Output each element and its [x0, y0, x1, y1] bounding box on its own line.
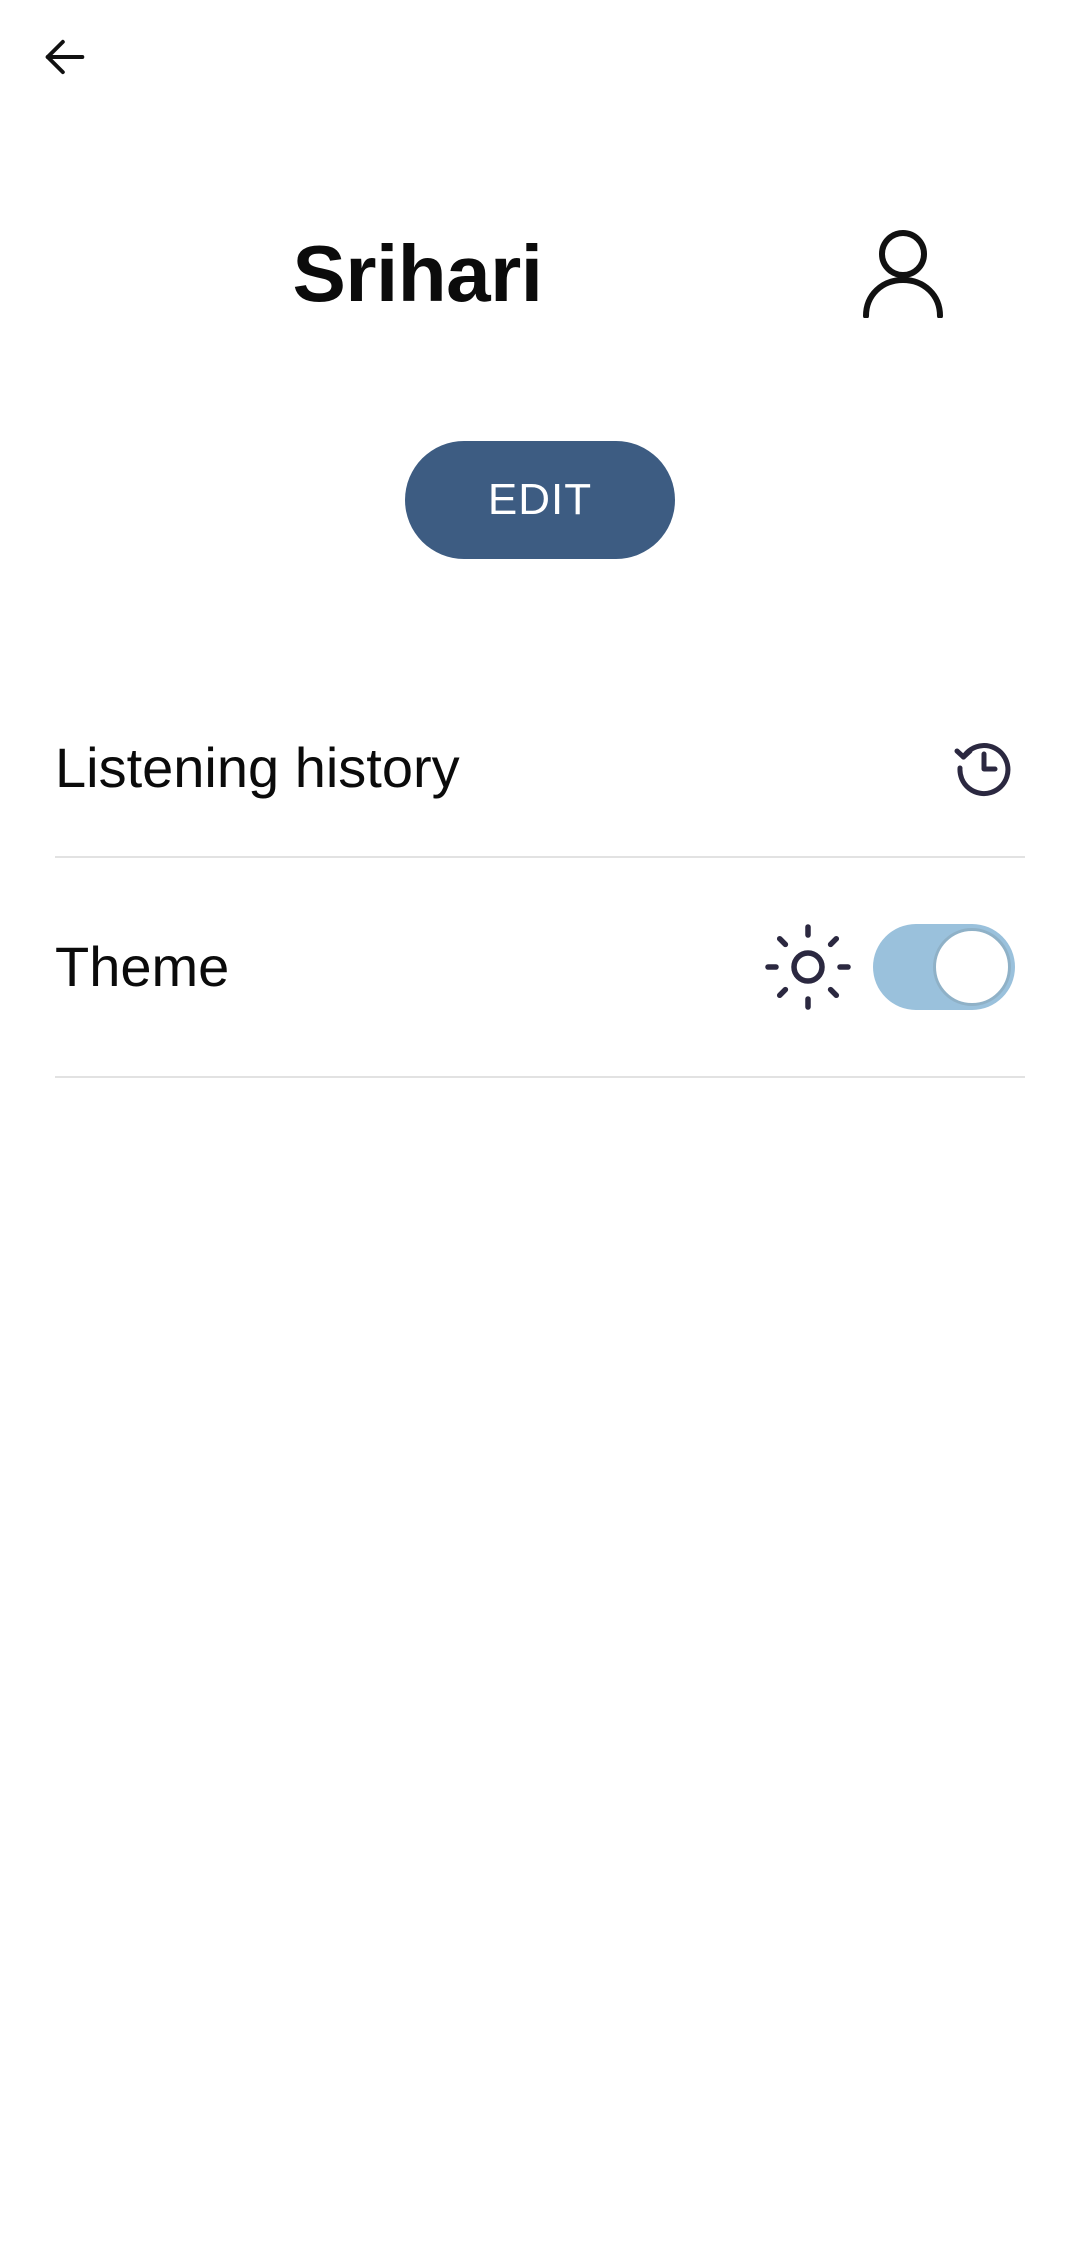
theme-toggle-knob — [933, 928, 1011, 1006]
arrow-left-icon — [45, 39, 85, 75]
listening-history-row[interactable]: Listening history — [55, 680, 1025, 858]
avatar[interactable] — [860, 228, 946, 319]
history-icon — [954, 743, 1011, 797]
theme-toggle[interactable] — [873, 924, 1015, 1010]
theme-controls — [765, 924, 1025, 1010]
theme-row: Theme — [55, 858, 1025, 1078]
profile-username: Srihari — [292, 229, 543, 318]
back-button[interactable] — [30, 22, 100, 92]
sun-icon — [765, 924, 851, 1010]
theme-label: Theme — [55, 935, 230, 998]
profile-header: Srihari — [0, 200, 1080, 350]
edit-profile-button[interactable]: EDIT — [405, 441, 675, 559]
listening-history-label: Listening history — [55, 736, 460, 799]
person-outline-icon — [863, 230, 943, 319]
